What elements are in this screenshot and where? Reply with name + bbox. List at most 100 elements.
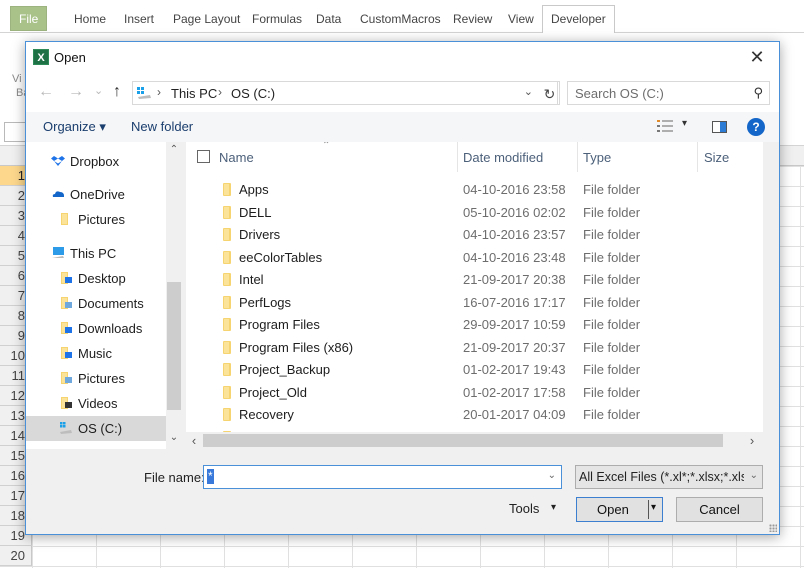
- search-input[interactable]: Search OS (C:) ⚲: [567, 81, 770, 105]
- select-all-checkbox[interactable]: [197, 150, 210, 163]
- tab-custommacros[interactable]: CustomMacros: [352, 8, 449, 33]
- nav-item[interactable]: This PC: [26, 241, 166, 266]
- address-bar[interactable]: › This PC › OS (C:) ⌄: [132, 81, 558, 105]
- dropbox-icon: [51, 154, 65, 168]
- scroll-up-icon[interactable]: ⌃: [166, 144, 182, 155]
- file-type: File folder: [583, 339, 641, 355]
- close-button[interactable]: ✕: [745, 46, 769, 70]
- file-name: Project_Backup: [239, 362, 331, 377]
- dialog-title: Open: [54, 50, 86, 65]
- scrollbar-thumb[interactable]: [167, 282, 181, 410]
- scroll-up-icon[interactable]: ⌃: [763, 144, 764, 155]
- cancel-button[interactable]: Cancel: [676, 497, 763, 522]
- tab-view[interactable]: View: [500, 8, 542, 33]
- file-date-modified: 16-07-2016 17:17: [463, 294, 566, 310]
- documents-folder-icon: [59, 296, 73, 310]
- nav-item[interactable]: Documents: [26, 291, 166, 316]
- tab-file[interactable]: File: [10, 6, 48, 31]
- nav-item[interactable]: Videos: [26, 391, 166, 416]
- file-row[interactable]: eeColorTables 04-10-2016 23:48 File folder: [186, 246, 764, 269]
- tab-home[interactable]: Home: [66, 8, 114, 33]
- view-options-icon[interactable]: [657, 120, 673, 132]
- file-type: File folder: [583, 317, 641, 332]
- column-header-name[interactable]: Name: [219, 150, 254, 165]
- scrollbar-thumb[interactable]: [203, 434, 723, 447]
- nav-item[interactable]: Desktop: [26, 266, 166, 291]
- nav-item[interactable]: Downloads: [26, 316, 166, 341]
- scroll-left-icon[interactable]: ‹: [186, 433, 202, 448]
- file-row[interactable]: Apps 04-10-2016 23:58 File folder: [186, 178, 764, 201]
- column-header-size[interactable]: Size: [704, 150, 729, 165]
- column-separator[interactable]: [457, 142, 458, 172]
- tab-insert[interactable]: Insert: [116, 8, 162, 33]
- file-type: File folder: [583, 384, 641, 400]
- refresh-button[interactable]: ↻: [540, 81, 560, 105]
- file-name: Intel: [239, 272, 264, 287]
- scroll-right-icon[interactable]: ›: [744, 433, 760, 448]
- column-header-type[interactable]: Type: [583, 150, 611, 165]
- tab-page-layout[interactable]: Page Layout: [165, 8, 248, 33]
- organize-button[interactable]: Organize ▾: [43, 119, 106, 135]
- row-header[interactable]: 20: [0, 546, 32, 566]
- file-list-vertical-scrollbar[interactable]: ⌃ ⌄: [763, 142, 764, 434]
- desktop-folder-icon: [59, 271, 73, 285]
- address-dropdown-icon[interactable]: ⌄: [524, 85, 533, 98]
- file-type: File folder: [583, 182, 641, 197]
- file-row[interactable]: DELL 05-10-2016 02:02 File folder: [186, 201, 764, 224]
- breadcrumb-this-pc[interactable]: This PC: [171, 86, 217, 101]
- nav-item[interactable]: OS (C:): [26, 416, 166, 441]
- file-row[interactable]: Project_Backup 01-02-2017 19:43 File folde…: [186, 358, 764, 381]
- file-row[interactable]: Project_Old 01-02-2017 17:58 File folder: [186, 381, 764, 404]
- file-list-horizontal-scrollbar[interactable]: ‹ ›: [186, 432, 764, 449]
- view-dropdown-icon[interactable]: ▾: [682, 118, 687, 129]
- file-type-filter[interactable]: All Excel Files (*.xl*;*.xlsx;*.xlsm;*.x…: [575, 465, 763, 489]
- tab-data[interactable]: Data: [308, 8, 349, 33]
- nav-item-label: Music: [78, 346, 112, 361]
- nav-item[interactable]: Pictures: [26, 366, 166, 391]
- file-row[interactable]: Intel 21-09-2017 20:38 File folder: [186, 268, 764, 291]
- open-button[interactable]: Open ▾: [576, 497, 663, 522]
- file-list: ⌃ Name Date modified Type Size Testing22…: [186, 142, 764, 449]
- tab-formulas[interactable]: Formulas: [244, 8, 310, 33]
- tools-dropdown-icon[interactable]: ▾: [551, 502, 556, 513]
- search-placeholder: Search OS (C:): [575, 86, 664, 101]
- file-type-dropdown-icon[interactable]: ⌄: [750, 470, 758, 481]
- nav-pane-scrollbar[interactable]: ⌃ ⌄: [166, 142, 182, 449]
- folder-icon: [223, 408, 231, 421]
- nav-item[interactable]: Pictures: [26, 207, 166, 232]
- resize-grip[interactable]: [769, 524, 777, 532]
- breadcrumb-os-c[interactable]: OS (C:): [231, 86, 275, 101]
- breadcrumb-separator: ›: [218, 85, 222, 99]
- file-row[interactable]: Program Files 29-09-2017 10:59 File folder: [186, 313, 764, 336]
- recent-locations-button[interactable]: ⌄: [94, 84, 103, 97]
- forward-button[interactable]: →: [68, 83, 84, 101]
- file-row[interactable]: Drivers 04-10-2016 23:57 File folder: [186, 223, 764, 246]
- scroll-down-icon[interactable]: ⌄: [763, 417, 764, 428]
- tools-button[interactable]: Tools: [509, 501, 539, 516]
- file-type-filter-value: All Excel Files (*.xl*;*.xlsx;*.xlsm;*.x…: [579, 470, 744, 484]
- file-name-dropdown-icon[interactable]: ⌄: [548, 470, 556, 481]
- column-separator[interactable]: [697, 142, 698, 172]
- open-options-dropdown-icon[interactable]: ▾: [651, 502, 656, 513]
- up-button[interactable]: ↑: [113, 83, 121, 101]
- file-row[interactable]: PerfLogs 16-07-2016 17:17 File folder: [186, 291, 764, 314]
- videos-folder-icon: [59, 396, 73, 410]
- search-icon[interactable]: ⚲: [753, 85, 763, 101]
- column-header-date-modified[interactable]: Date modified: [463, 150, 543, 165]
- preview-pane-icon[interactable]: [712, 121, 727, 133]
- column-separator[interactable]: [577, 142, 578, 172]
- scroll-down-icon[interactable]: ⌄: [166, 432, 182, 443]
- nav-item[interactable]: OneDrive: [26, 182, 166, 207]
- help-icon[interactable]: ?: [747, 118, 765, 136]
- nav-item[interactable]: Music: [26, 341, 166, 366]
- file-row[interactable]: Recovery 20-01-2017 04:09 File folder: [186, 403, 764, 426]
- tab-developer[interactable]: Developer: [542, 5, 615, 34]
- back-button[interactable]: ←: [38, 83, 54, 101]
- file-date-modified: 01-02-2017 19:43: [463, 362, 566, 377]
- tab-review[interactable]: Review: [445, 8, 500, 33]
- nav-item[interactable]: Dropbox: [26, 149, 166, 174]
- file-row[interactable]: Program Files (x86) 21-09-2017 20:37 File …: [186, 336, 764, 359]
- file-name-input[interactable]: * ⌄: [203, 465, 562, 489]
- new-folder-button[interactable]: New folder: [131, 119, 193, 134]
- nav-item-label: This PC: [70, 246, 117, 261]
